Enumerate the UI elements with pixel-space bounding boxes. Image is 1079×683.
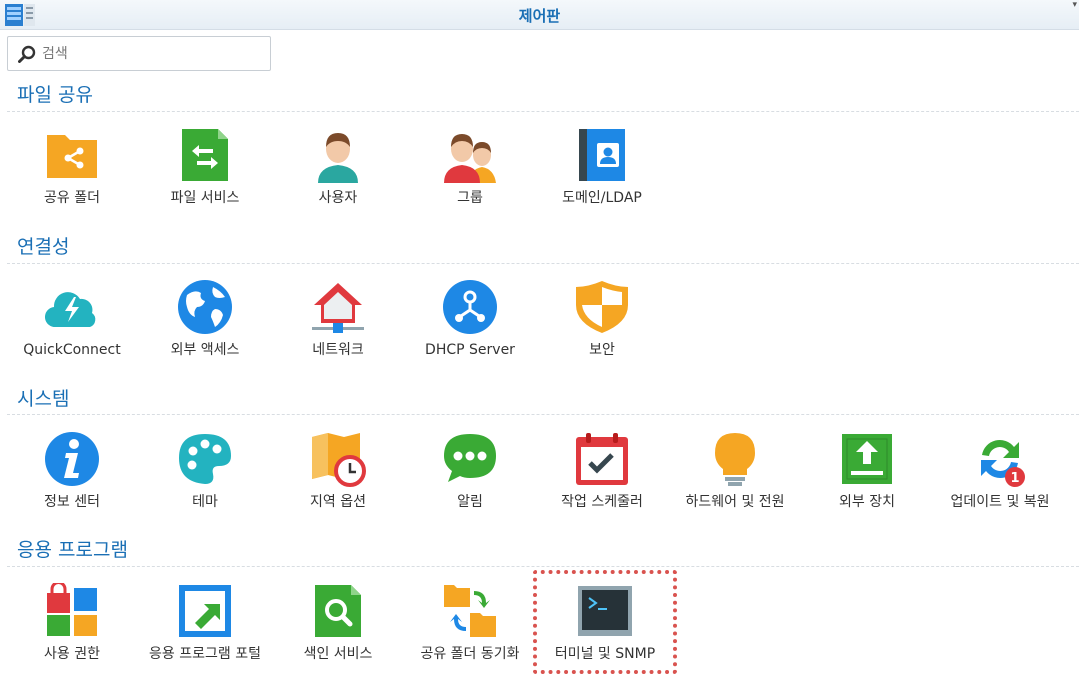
task-scheduler-item[interactable]: 작업 스케줄러: [537, 431, 667, 531]
section-title: 파일 공유: [17, 84, 93, 106]
dhcp-server-icon: [443, 280, 497, 334]
chevron-down-icon[interactable]: ▾: [1072, 0, 1077, 10]
section-divider: [7, 111, 1079, 112]
chat-bubble-icon: [444, 434, 496, 482]
indexing-service-item[interactable]: 색인 서비스: [273, 583, 403, 683]
item-label: DHCP Server: [425, 342, 515, 358]
network-house-icon: [312, 283, 364, 333]
item-label: 보안: [589, 342, 615, 358]
search-icon: [18, 45, 36, 63]
hardware-power-item[interactable]: 하드웨어 및 전원: [670, 431, 800, 531]
application-portal-item[interactable]: 응용 프로그램 포털: [140, 583, 270, 683]
dhcp-server-item[interactable]: DHCP Server: [405, 279, 535, 379]
user-icon: [318, 133, 358, 183]
item-label: 알림: [457, 494, 483, 510]
file-services-icon: [182, 129, 228, 181]
update-refresh-icon: 1: [981, 439, 1025, 487]
title-bar: 제어판 ▾: [0, 0, 1079, 30]
info-icon: [45, 432, 99, 486]
section-divider: [7, 414, 1079, 415]
external-device-icon: [842, 434, 892, 484]
shared-folder-sync-item[interactable]: 공유 폴더 동기화: [405, 583, 535, 683]
group-item[interactable]: 그룹: [405, 127, 535, 227]
section-divider: [7, 566, 1079, 567]
item-label: 외부 액세스: [170, 342, 240, 358]
file-services-item[interactable]: 파일 서비스: [140, 127, 270, 227]
group-icon: [444, 134, 496, 183]
theme-item[interactable]: 테마: [140, 431, 270, 531]
external-devices-item[interactable]: 외부 장치: [802, 431, 932, 531]
portal-icon: [179, 585, 231, 637]
section-divider: [7, 263, 1079, 264]
notification-item[interactable]: 알림: [405, 431, 535, 531]
section-title: 응용 프로그램: [17, 539, 128, 561]
palette-icon: [179, 434, 231, 484]
item-label: QuickConnect: [23, 342, 121, 358]
globe-icon: [178, 280, 232, 334]
shared-folder-item[interactable]: 공유 폴더: [7, 127, 137, 227]
item-label: 파일 서비스: [170, 190, 240, 206]
user-item[interactable]: 사용자: [273, 127, 403, 227]
info-center-item[interactable]: 정보 센터: [7, 431, 137, 531]
privileges-icon: [47, 583, 97, 636]
cloud-lightning-icon: [44, 292, 96, 328]
item-label: 색인 서비스: [303, 646, 373, 662]
domain-ldap-icon: [579, 129, 625, 181]
map-clock-icon: [312, 433, 366, 487]
update-badge: 1: [1010, 471, 1019, 486]
regional-options-item[interactable]: 지역 옵션: [273, 431, 403, 531]
update-restore-item[interactable]: 1 업데이트 및 복원: [935, 431, 1065, 531]
item-label: 하드웨어 및 전원: [685, 494, 785, 510]
quickconnect-item[interactable]: QuickConnect: [7, 279, 137, 379]
section-title: 연결성: [17, 236, 70, 258]
item-label: 응용 프로그램 포털: [149, 646, 261, 662]
search-box[interactable]: [7, 36, 271, 71]
search-input[interactable]: [42, 43, 262, 65]
external-access-item[interactable]: 외부 액세스: [140, 279, 270, 379]
item-label: 네트워크: [312, 342, 364, 358]
item-label: 테마: [192, 494, 218, 510]
folder-sync-icon: [444, 585, 496, 637]
item-label: 지역 옵션: [310, 494, 366, 510]
item-label: 공유 폴더: [44, 190, 100, 206]
security-item[interactable]: 보안: [537, 279, 667, 379]
selection-highlight: [533, 570, 677, 674]
network-item[interactable]: 네트워크: [273, 279, 403, 379]
item-label: 도메인/LDAP: [562, 190, 642, 206]
window-title: 제어판: [518, 7, 561, 25]
item-label: 업데이트 및 복원: [950, 494, 1050, 510]
lightbulb-icon: [715, 433, 755, 486]
shield-icon: [576, 281, 628, 333]
index-search-icon: [315, 585, 361, 637]
item-label: 그룹: [457, 190, 483, 206]
item-label: 정보 센터: [44, 494, 100, 510]
privileges-item[interactable]: 사용 권한: [7, 583, 137, 683]
section-title: 시스템: [17, 388, 70, 410]
shared-folder-icon: [47, 135, 97, 178]
domain-ldap-item[interactable]: 도메인/LDAP: [537, 127, 667, 227]
item-label: 사용 권한: [44, 646, 100, 662]
item-label: 사용자: [318, 190, 358, 206]
item-label: 작업 스케줄러: [561, 494, 643, 510]
item-label: 외부 장치: [839, 494, 895, 510]
item-label: 공유 폴더 동기화: [420, 646, 520, 662]
calendar-check-icon: [576, 433, 628, 485]
